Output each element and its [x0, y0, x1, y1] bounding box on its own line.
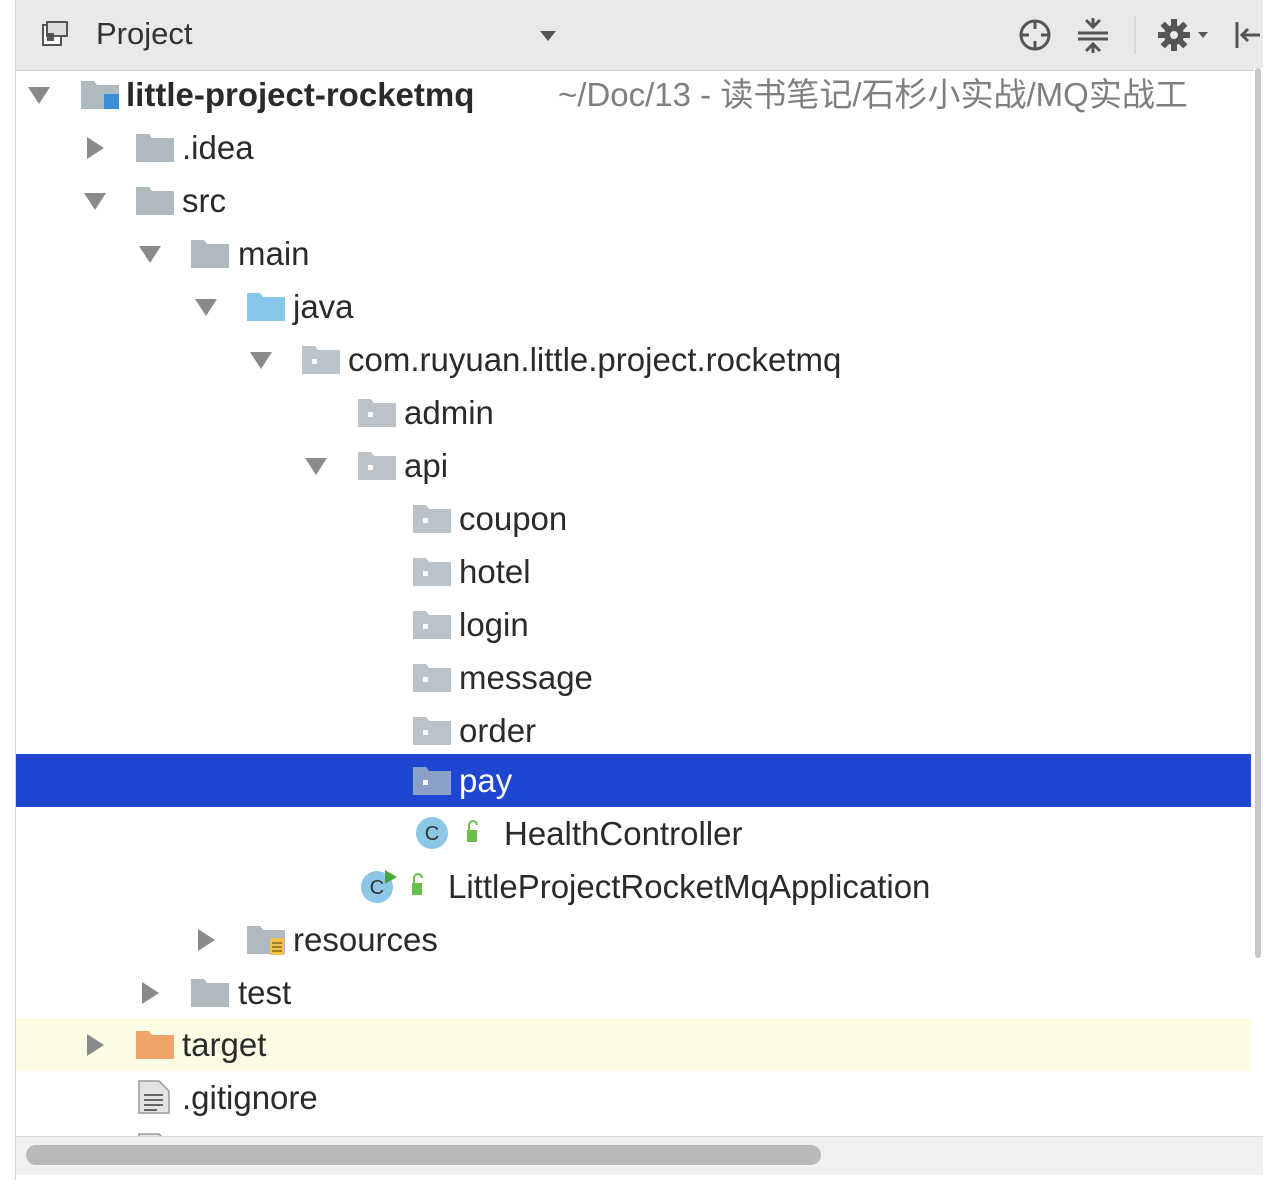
tree-row[interactable]: .gitignore — [16, 1071, 1251, 1124]
excluded-folder-icon — [136, 1031, 174, 1059]
package-icon — [413, 505, 451, 533]
folder-icon — [191, 240, 229, 268]
tree-row-label: pay — [459, 762, 513, 799]
package-icon — [413, 558, 451, 586]
package-icon — [413, 664, 451, 692]
dropdown-arrow-icon[interactable] — [539, 30, 557, 42]
project-tool-window: Project little-project-rocketmq ~/Doc/13… — [15, 0, 1263, 1180]
tree-row-label: resources — [293, 921, 438, 958]
source-root-folder-icon — [247, 293, 285, 321]
tree-row[interactable]: coupon — [16, 492, 1251, 545]
vertical-scrollbar-thumb[interactable] — [1255, 68, 1261, 958]
tree-row-label: api — [404, 447, 449, 484]
folder-icon — [136, 134, 174, 162]
tree-row-label: target — [182, 1026, 267, 1063]
tree-row-label: main — [238, 235, 310, 272]
expanded-arrow-icon[interactable] — [193, 294, 219, 320]
project-toolbar: Project — [16, 0, 1263, 71]
horizontal-scrollbar[interactable] — [16, 1136, 1263, 1175]
hide-panel-icon[interactable] — [1232, 16, 1262, 54]
expanded-arrow-icon[interactable] — [248, 347, 274, 373]
tree-row-label: login — [459, 606, 529, 643]
collapsed-arrow-icon[interactable] — [137, 980, 163, 1006]
package-icon — [302, 346, 340, 374]
tree-row[interactable]: target — [16, 1018, 1251, 1071]
tree-row[interactable]: message — [16, 651, 1251, 704]
tree-row[interactable]: .idea — [16, 121, 1251, 174]
package-icon — [413, 767, 451, 795]
collapsed-arrow-icon[interactable] — [82, 135, 108, 161]
tree-row-label: hotel — [459, 553, 531, 590]
tree-row-label: order — [459, 712, 537, 749]
tree-row-label: .idea — [182, 129, 254, 166]
expanded-arrow-icon[interactable] — [26, 82, 52, 108]
tree-row-label: HealthController — [504, 815, 743, 852]
tree-row[interactable]: test — [16, 966, 1251, 1019]
horizontal-scrollbar-thumb[interactable] — [26, 1145, 821, 1165]
toolbar-separator — [1134, 16, 1136, 54]
tree-row-label: java — [293, 288, 354, 325]
module-folder-icon — [81, 81, 119, 109]
tree-row[interactable]: com.ruyuan.little.project.rocketmq — [16, 333, 1251, 386]
tree-row[interactable]: api — [16, 439, 1251, 492]
tree-row[interactable]: main — [16, 227, 1251, 280]
tree-row-label: .gitignore — [182, 1079, 318, 1116]
folder-icon — [136, 187, 174, 215]
package-icon — [358, 399, 396, 427]
package-icon — [413, 717, 451, 745]
locate-icon[interactable] — [1016, 16, 1054, 54]
collapsed-arrow-icon[interactable] — [82, 1032, 108, 1058]
tree-row-label: src — [182, 182, 226, 219]
collapsed-arrow-icon[interactable] — [193, 927, 219, 953]
collapse-all-icon[interactable] — [1074, 16, 1112, 54]
tree-row[interactable]: C HealthController — [16, 807, 1251, 860]
project-tree[interactable]: little-project-rocketmq ~/Doc/13 - 读书笔记/… — [16, 68, 1251, 1136]
tree-row-label: com.ruyuan.little.project.rocketmq — [348, 341, 842, 378]
tree-row-selected[interactable]: pay — [16, 754, 1251, 807]
tree-row[interactable]: admin — [16, 386, 1251, 439]
tree-row[interactable]: hotel — [16, 545, 1251, 598]
package-icon — [358, 452, 396, 480]
expanded-arrow-icon[interactable] — [82, 188, 108, 214]
folder-icon — [191, 979, 229, 1007]
project-view-icon[interactable] — [41, 19, 71, 49]
project-view-title[interactable]: Project — [96, 14, 192, 54]
tree-row-clipped[interactable] — [16, 1124, 1251, 1136]
java-class-icon: C — [416, 817, 478, 849]
tree-row-label: coupon — [459, 500, 568, 537]
tree-row-label: admin — [404, 394, 494, 431]
spring-boot-class-icon: C — [361, 870, 423, 903]
tree-row[interactable]: C LittleProjectRocketMqApplication — [16, 860, 1251, 913]
module-path: ~/Doc/13 - 读书笔记/石杉小实战/MQ实战工 — [558, 76, 1188, 113]
tree-row-label: LittleProjectRocketMqApplication — [448, 868, 931, 905]
package-icon — [413, 611, 451, 639]
svg-text:C: C — [425, 823, 439, 845]
tree-row[interactable]: login — [16, 598, 1251, 651]
gear-icon[interactable] — [1156, 16, 1212, 54]
tree-row-label: little-project-rocketmq — [126, 76, 475, 113]
text-file-icon — [138, 1080, 170, 1114]
tree-row[interactable]: src — [16, 174, 1251, 227]
expanded-arrow-icon[interactable] — [137, 241, 163, 267]
svg-text:C: C — [370, 877, 384, 899]
tree-row[interactable]: order — [16, 704, 1251, 757]
tree-row[interactable]: little-project-rocketmq ~/Doc/13 - 读书笔记/… — [16, 68, 1251, 121]
vertical-scrollbar[interactable] — [1254, 68, 1263, 1136]
tree-row[interactable]: resources — [16, 913, 1251, 966]
tree-row[interactable]: java — [16, 280, 1251, 333]
resources-folder-icon — [247, 926, 285, 955]
tree-row-label: message — [459, 659, 593, 696]
tree-row-label: test — [238, 974, 292, 1011]
expanded-arrow-icon[interactable] — [303, 453, 329, 479]
